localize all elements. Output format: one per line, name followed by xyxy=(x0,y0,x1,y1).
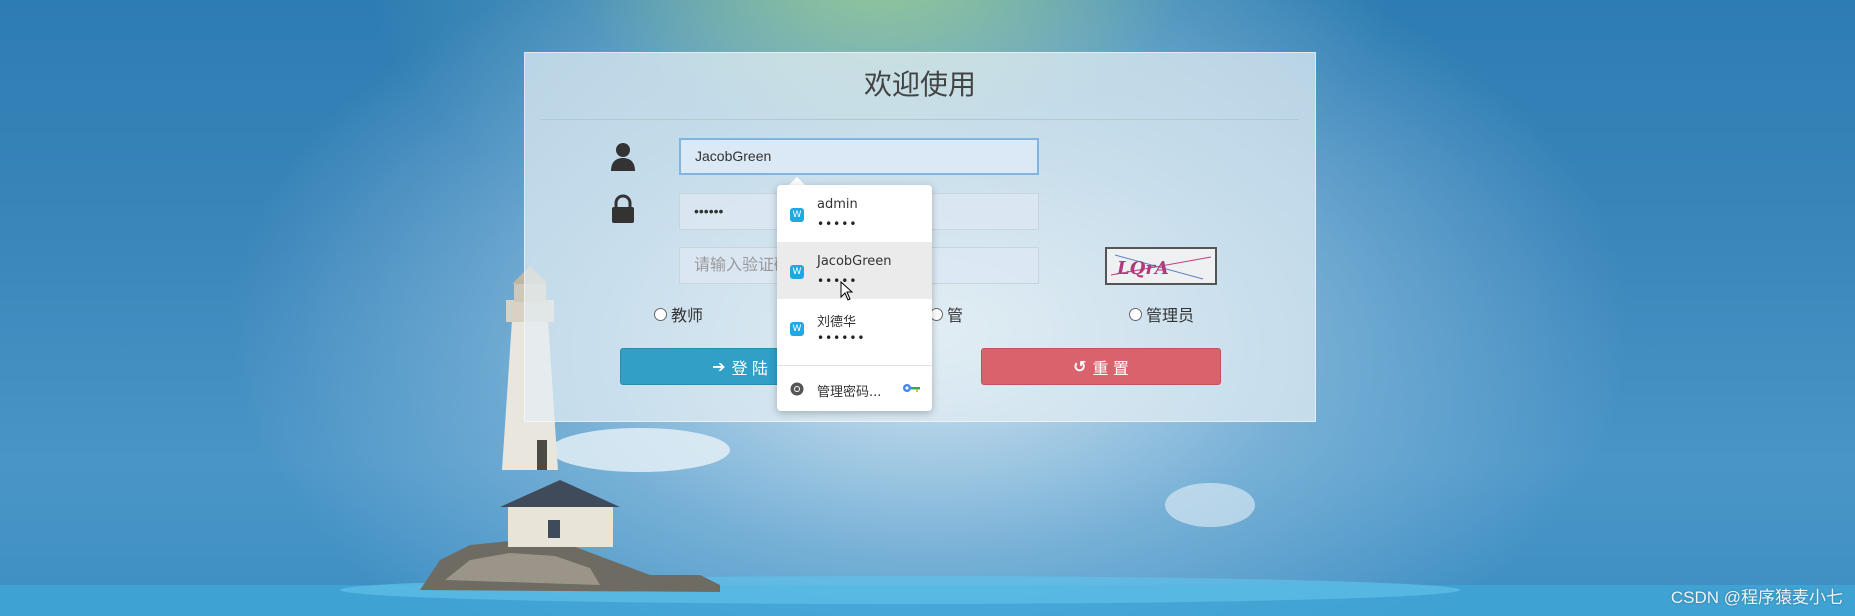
watermark: CSDN @程序猿麦小七 xyxy=(1670,588,1843,607)
dropdown-divider xyxy=(777,365,932,366)
autofill-item[interactable]: W JacobGreen ••••• xyxy=(777,242,932,299)
captcha-placeholder: 请输入验证码 xyxy=(694,257,791,274)
role-radio-admin[interactable]: 管理员 xyxy=(1129,302,1194,326)
autofill-item[interactable]: W admin ••••• xyxy=(777,185,932,242)
chrome-icon xyxy=(790,382,804,396)
arrow-right-icon: ➔ xyxy=(712,358,726,376)
username-input[interactable]: JacobGreen xyxy=(679,138,1039,175)
autofill-username: JacobGreen xyxy=(817,254,892,269)
undo-icon: ↺ xyxy=(1073,358,1087,376)
login-label: 登 陆 xyxy=(731,360,768,378)
role-label: 管理员 xyxy=(1146,308,1195,325)
role-label: 管 xyxy=(947,308,964,325)
password-autofill-dropdown: W admin ••••• W JacobGreen ••••• W 刘德华 •… xyxy=(777,185,932,411)
title-divider xyxy=(541,119,1299,120)
radio-circle xyxy=(654,307,667,321)
manage-passwords-label: 管理密码... xyxy=(817,385,882,400)
site-icon: W xyxy=(790,265,804,279)
user-icon xyxy=(611,143,635,171)
reset-button[interactable]: ↺ 重 置 xyxy=(981,348,1221,385)
manage-passwords-item[interactable]: 管理密码... xyxy=(777,369,932,409)
captcha-text: LQrA xyxy=(1116,258,1169,279)
captcha-image[interactable]: LQrA xyxy=(1105,247,1217,285)
site-icon: W xyxy=(790,208,804,222)
autofill-username: admin xyxy=(817,197,858,212)
role-radio-manager[interactable]: 管 xyxy=(930,302,963,326)
role-radio-teacher[interactable]: 教师 xyxy=(654,302,703,326)
reset-label: 重 置 xyxy=(1092,360,1129,378)
autofill-username: 刘德华 xyxy=(817,315,857,330)
autofill-password-mask: ••••• xyxy=(817,217,858,231)
role-label: 教师 xyxy=(671,308,704,325)
lock-icon xyxy=(612,194,634,223)
page-title: 欢迎使用 xyxy=(863,69,976,100)
radio-circle xyxy=(1129,307,1142,321)
key-icon xyxy=(903,384,920,392)
autofill-item[interactable]: W 刘德华 •••••• xyxy=(777,299,932,356)
site-icon: W xyxy=(790,322,804,336)
autofill-password-mask: •••••• xyxy=(817,331,866,345)
captcha-graphic: LQrA xyxy=(1110,254,1212,280)
mouse-cursor-icon xyxy=(840,281,854,301)
